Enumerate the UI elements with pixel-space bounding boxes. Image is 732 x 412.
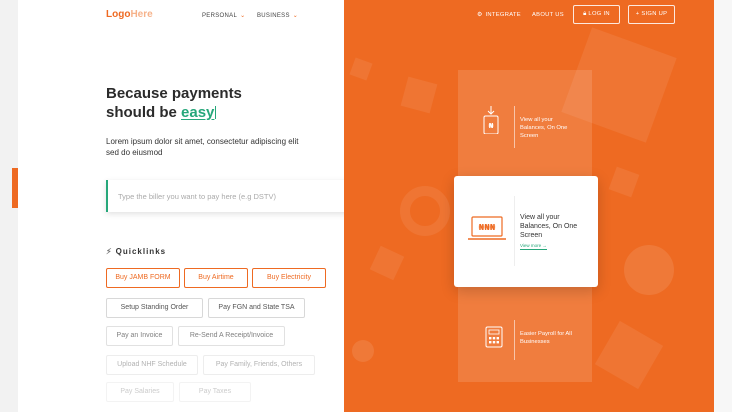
logo[interactable]: LogoHere: [106, 9, 153, 20]
text-caret: [215, 106, 217, 119]
left-panel: LogoHere PERSONAL ⌄ BUSINESS ⌄ Because pay…: [18, 0, 366, 412]
quicklink-pay-family[interactable]: Pay Family, Friends, Others: [203, 355, 315, 375]
nav-integrate[interactable]: ⚙︎ INTEGRATE: [477, 12, 521, 18]
decor-square: [594, 320, 664, 390]
chevron-down-icon: ⌄: [292, 13, 299, 19]
landing-page: LogoHere PERSONAL ⌄ BUSINESS ⌄ Because pay…: [18, 0, 714, 412]
feature-card-bottom[interactable]: Easier Payroll for All Businesses: [458, 306, 592, 366]
nav-personal-label: PERSONAL: [202, 13, 238, 19]
quicklink-nhf-schedule[interactable]: Upload NHF Schedule: [106, 355, 198, 375]
mobile-naira-icon: ₦: [483, 106, 499, 134]
quicklink-airtime[interactable]: Buy Airtime: [184, 268, 248, 288]
signup-label: SIGN UP: [641, 11, 668, 17]
decor-square: [369, 245, 405, 281]
decor-circle: [352, 340, 374, 362]
page-edge-right: [714, 0, 732, 412]
gear-icon: ⚙︎: [477, 12, 483, 18]
decor-square: [349, 57, 373, 81]
decor-ring: [400, 186, 450, 236]
quicklink-standing-order[interactable]: Setup Standing Order: [106, 298, 203, 318]
login-label: LOG IN: [588, 11, 610, 17]
feature-divider: [514, 320, 515, 360]
nav-personal[interactable]: PERSONAL ⌄: [202, 12, 245, 19]
feature-card-top[interactable]: ₦ View all your Balances, On One Screen: [458, 98, 592, 158]
biller-search: [106, 180, 366, 212]
logo-light: Here: [130, 9, 153, 20]
nav-integrate-label: INTEGRATE: [485, 12, 521, 18]
decor-circle: [624, 245, 674, 295]
quicklink-pay-taxes[interactable]: Pay Taxes: [179, 382, 251, 402]
feature-active-text: View all your Balances, On One Screen: [520, 214, 578, 239]
quicklinks-title-text: Quicklinks: [115, 247, 167, 256]
quicklink-electricity[interactable]: Buy Electricity: [252, 268, 326, 288]
nav-business-label: BUSINESS: [257, 13, 290, 19]
right-panel: ⚙︎ INTEGRATE ABOUT US 🔒︎ LOG IN + SIGN UP…: [344, 0, 714, 412]
quicklinks-title: ⚡︎ Quicklinks: [106, 247, 166, 256]
lightning-icon: ⚡︎: [106, 247, 113, 256]
quicklink-pay-salaries[interactable]: Pay Salaries: [106, 382, 174, 402]
feature-bottom-text: Easier Payroll for All Businesses: [520, 331, 572, 345]
nav-about[interactable]: ABOUT US: [532, 12, 564, 18]
view-more-link[interactable]: View more →: [520, 243, 547, 250]
decor-square: [608, 166, 640, 198]
quicklink-fgn-tsa[interactable]: Pay FGN and State TSA: [208, 298, 305, 318]
headline-highlight: easy: [181, 104, 215, 121]
svg-text:₦: ₦: [489, 122, 494, 130]
signup-button[interactable]: + SIGN UP: [628, 5, 675, 24]
logo-main: Logo: [106, 9, 131, 20]
calculator-icon: [485, 326, 503, 348]
feature-divider: [514, 106, 515, 148]
headline-line1: Because payments: [106, 85, 242, 102]
chevron-down-icon: ⌄: [240, 13, 246, 19]
feature-divider: [514, 196, 515, 266]
nav-business[interactable]: BUSINESS ⌄: [257, 12, 298, 19]
hero-headline: Because payments should be easy: [106, 84, 242, 122]
laptop-naira-icon: ₦₦₦: [468, 216, 506, 240]
lock-icon: 🔒︎: [583, 11, 587, 17]
feature-top-text: View all your Balances, On One Screen: [520, 117, 568, 139]
quicklink-jamb[interactable]: Buy JAMB FORM: [106, 268, 180, 288]
decor-square: [400, 76, 438, 114]
quicklink-resend-receipt[interactable]: Re-Send A Receipt/Invoice: [178, 326, 285, 346]
hero-subtext: Lorem ipsum dolor sit amet, consectetur …: [106, 137, 299, 157]
svg-text:₦₦₦: ₦₦₦: [479, 223, 496, 232]
biller-search-input[interactable]: [118, 180, 333, 212]
feature-card-active[interactable]: ₦₦₦ View all your Balances, On One Scree…: [454, 176, 598, 287]
plus-icon: +: [635, 11, 640, 17]
quicklink-pay-invoice[interactable]: Pay an Invoice: [106, 326, 173, 346]
login-button[interactable]: 🔒︎ LOG IN: [573, 5, 620, 24]
headline-line2: should be: [106, 104, 177, 121]
